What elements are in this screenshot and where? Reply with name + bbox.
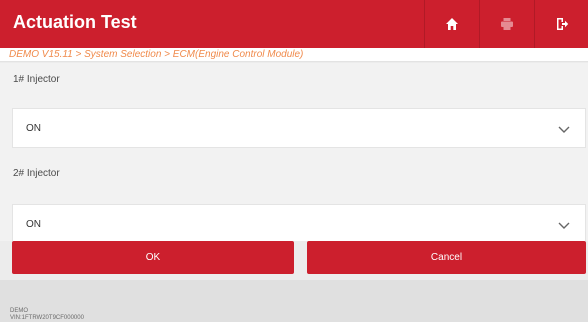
injector-1-select[interactable]: ON bbox=[12, 108, 586, 148]
page-title: Actuation Test bbox=[13, 12, 137, 32]
chevron-down-icon bbox=[558, 126, 570, 133]
select-value: ON bbox=[26, 123, 41, 134]
field-label-1: 1# Injector bbox=[13, 74, 60, 85]
footer-mode-label: DEMO bbox=[10, 308, 28, 314]
footer-vin-label: VIN:1FTRW20T9CF000000 bbox=[10, 315, 84, 321]
home-button[interactable] bbox=[424, 0, 478, 48]
home-icon bbox=[445, 18, 458, 30]
top-bar: Actuation Test bbox=[0, 0, 588, 48]
print-button[interactable] bbox=[479, 0, 533, 48]
chevron-down-icon bbox=[558, 222, 570, 229]
breadcrumb: DEMO V15.11 > System Selection > ECM(Eng… bbox=[0, 48, 588, 62]
ok-button[interactable]: OK bbox=[12, 241, 294, 274]
injector-2-select[interactable]: ON bbox=[12, 204, 586, 241]
print-icon bbox=[500, 18, 513, 30]
status-footer: DEMO VIN:1FTRW20T9CF000000 bbox=[0, 280, 588, 322]
select-value: ON bbox=[26, 219, 41, 230]
cancel-button[interactable]: Cancel bbox=[307, 241, 586, 274]
exit-icon bbox=[556, 18, 568, 30]
exit-button[interactable] bbox=[534, 0, 588, 48]
field-label-2: 2# Injector bbox=[13, 168, 60, 179]
field-list: 1# Injector ON 2# Injector ON bbox=[0, 63, 588, 241]
